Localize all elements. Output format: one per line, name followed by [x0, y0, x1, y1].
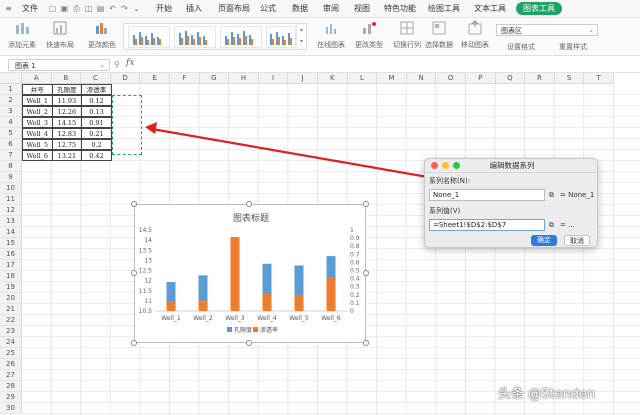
dialog-title: 编辑数据系列: [425, 159, 599, 173]
series-values-preview: = ...: [560, 221, 575, 229]
range-select-icon[interactable]: ⧉: [549, 191, 558, 199]
resize-handle[interactable]: [131, 340, 137, 346]
x-tick-label: Well_3: [225, 315, 245, 322]
series-name-input[interactable]: None_1: [429, 189, 545, 201]
minimize-window-icon[interactable]: [442, 162, 449, 169]
x-tick-label: Well_1: [161, 315, 181, 322]
resize-handle[interactable]: [246, 340, 252, 346]
bar-渗透率: [166, 301, 176, 311]
y-left-tick-label: 10.5: [139, 308, 153, 315]
y-right-tick-label: 0.4: [350, 276, 360, 283]
y-left-tick-label: 11: [144, 298, 152, 305]
y-right-tick-label: 0.3: [350, 284, 360, 291]
y-left-tick-label: 14.5: [139, 227, 153, 234]
resize-handle[interactable]: [131, 201, 137, 207]
y-right-tick-label: 0: [350, 308, 354, 315]
y-right-tick-label: 1: [350, 227, 354, 234]
bar-渗透率: [230, 237, 240, 311]
x-tick-label: Well_6: [321, 315, 341, 322]
series-name-preview: = None_1: [560, 191, 595, 199]
resize-handle[interactable]: [246, 201, 252, 207]
series-values-input[interactable]: =Sheet1!$D$2:$D$7: [429, 219, 545, 231]
y-left-tick-label: 12.5: [139, 268, 153, 275]
ok-button[interactable]: 确定: [531, 235, 557, 246]
y-left-tick-label: 13.5: [139, 247, 153, 254]
edit-series-dialog: 编辑数据系列 系列名称(N): None_1 ⧉ = None_1 系列值(V)…: [424, 158, 599, 248]
legend-label: 孔隙度: [234, 326, 252, 334]
range-select-icon[interactable]: ⧉: [549, 221, 558, 229]
y-right-tick-label: 0.6: [350, 259, 360, 266]
y-right-tick-label: 0.5: [350, 268, 360, 275]
bar-渗透率: [294, 294, 304, 311]
x-tick-label: Well_4: [257, 315, 277, 322]
watermark: 头条 @Stenden: [498, 387, 596, 402]
bar-渗透率: [262, 293, 272, 311]
chart-plot: 10.51111.51212.51313.51414.500.10.20.30.…: [139, 227, 360, 334]
resize-handle[interactable]: [131, 270, 137, 276]
y-left-tick-label: 12: [144, 278, 152, 285]
series-name-label: 系列名称(N):: [429, 177, 471, 185]
y-left-tick-label: 14: [144, 237, 152, 244]
close-window-icon[interactable]: [431, 162, 438, 169]
legend-label: 渗透率: [260, 326, 278, 334]
legend-swatch: [253, 327, 258, 332]
x-tick-label: Well_5: [289, 315, 309, 322]
bar-渗透率: [326, 276, 336, 311]
y-right-tick-label: 0.2: [350, 292, 360, 299]
cancel-button[interactable]: 取消: [564, 235, 590, 246]
bar-渗透率: [198, 300, 208, 311]
resize-handle[interactable]: [363, 201, 369, 207]
resize-handle[interactable]: [363, 340, 369, 346]
y-right-tick-label: 0.7: [350, 251, 360, 258]
y-right-tick-label: 0.9: [350, 235, 360, 242]
y-left-tick-label: 13: [144, 257, 152, 264]
y-right-tick-label: 0.8: [350, 243, 360, 250]
y-left-tick-label: 11.5: [139, 288, 153, 295]
maximize-window-icon[interactable]: [453, 162, 460, 169]
resize-handle[interactable]: [363, 270, 369, 276]
x-tick-label: Well_2: [193, 315, 213, 322]
series-values-label: 系列值(V): [429, 207, 461, 215]
chart-object[interactable]: 图表标题 10.5 11 11.5 12 12.5 13 13.5 14 14.5 0 0.1 0.2…: [134, 204, 366, 343]
legend-swatch: [227, 327, 232, 332]
y-right-tick-label: 0.1: [350, 300, 360, 307]
